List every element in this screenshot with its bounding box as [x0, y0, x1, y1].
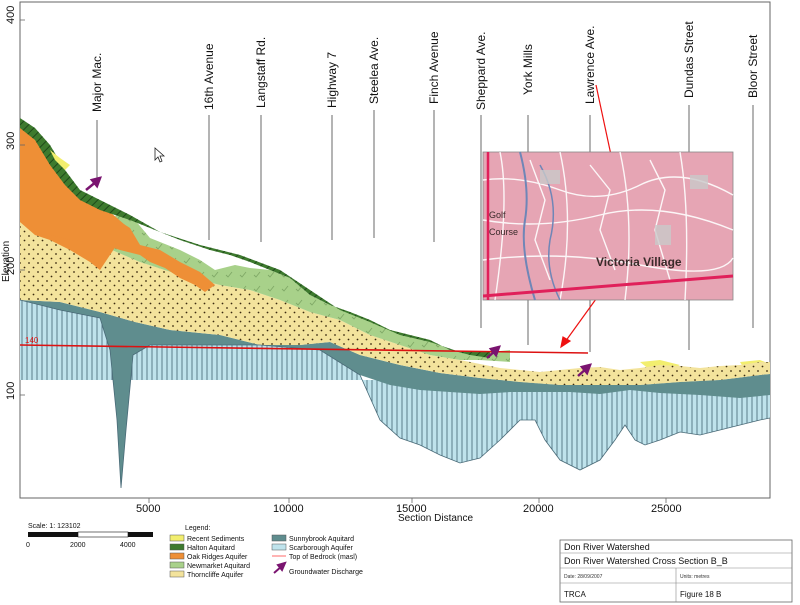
legend-label-scarborough: Scarborough Aquifer — [289, 545, 353, 552]
scale-tick-0: 0 — [26, 542, 30, 549]
reference-line-label: 140 — [25, 336, 39, 345]
street-label-finch: Finch Avenue — [427, 31, 441, 104]
legend-swatch-thorncliffe — [169, 570, 185, 578]
street-label-lawrence: Lawrence Ave. — [583, 26, 597, 105]
x-tick-20000: 20000 — [523, 503, 554, 515]
x-tick-10000: 10000 — [273, 503, 304, 515]
legend-swatch-discharge — [273, 561, 287, 574]
y-tick-400: 400 — [5, 6, 17, 24]
street-label-langstaff: Langstaff Rd. — [254, 37, 268, 108]
title-block-date: Date: 28/09/2007 — [564, 574, 603, 580]
legend-swatch-oak — [169, 552, 185, 560]
legend-label-bedrock: Top of Bedrock (masl) — [289, 554, 357, 561]
inset-map: Golf Course Victoria Village — [482, 151, 734, 301]
scale-bar — [28, 531, 153, 538]
legend-label-oak: Oak Ridges Aquifer — [187, 554, 248, 561]
legend-swatch-scarborough — [271, 543, 287, 551]
legend-label-halton: Halton Aquitard — [187, 545, 235, 552]
legend-swatch-halton — [169, 543, 185, 551]
title-block-figure: Figure 18 B — [680, 590, 721, 599]
cross-section-diagram: Major Mac. 16th Avenue Langstaff Rd. Hig… — [1, 1, 793, 603]
street-label-sheppard: Sheppard Ave. — [474, 31, 488, 110]
scale-label: Scale: 1: 123102 — [28, 523, 81, 530]
title-block-units: Units: metres — [680, 574, 710, 580]
street-label-steelea: Steelea Ave. — [367, 37, 381, 104]
street-label-major-mac: Major Mac. — [90, 53, 104, 112]
legend-label-sunnybrook: Sunnybrook Aquitard — [289, 536, 354, 543]
title-block-title: Don River Watershed Cross Section B_B — [564, 556, 728, 566]
inset-label-golf: Golf — [489, 210, 506, 220]
y-tick-300: 300 — [5, 132, 17, 150]
y-axis-label: Elevation — [1, 241, 12, 282]
legend-swatch-sunnybrook — [271, 534, 287, 542]
inset-label-village: Victoria Village — [596, 255, 682, 269]
legend-label-discharge: Groundwater Discharge — [289, 569, 363, 576]
street-label-16th-avenue: 16th Avenue — [202, 43, 216, 110]
street-label-dundas: Dundas Street — [682, 21, 696, 98]
legend-swatch-newmarket — [169, 561, 185, 569]
street-label-bloor: Bloor Street — [746, 34, 760, 98]
x-tick-25000: 25000 — [651, 503, 682, 515]
title-block-agency: TRCA — [564, 590, 586, 599]
x-axis-label: Section Distance — [398, 513, 473, 524]
street-label-highway-7: Highway 7 — [325, 52, 339, 108]
street-label-york-mills: York Mills — [521, 44, 535, 95]
inset-label-course: Course — [489, 227, 518, 237]
legend-label-recent: Recent Sediments — [187, 536, 245, 543]
legend-swatch-recent — [169, 534, 185, 542]
y-tick-100: 100 — [5, 382, 17, 400]
scale-tick-4000: 4000 — [120, 542, 136, 549]
title-block-org: Don River Watershed — [564, 542, 650, 552]
legend-label-thorncliffe: Thorncliffe Aquifer — [187, 572, 244, 579]
legend-title: Legend: — [185, 525, 210, 532]
x-tick-5000: 5000 — [136, 503, 160, 515]
legend-label-newmarket: Newmarket Aquitard — [187, 563, 250, 570]
scale-tick-2000: 2000 — [70, 542, 86, 549]
